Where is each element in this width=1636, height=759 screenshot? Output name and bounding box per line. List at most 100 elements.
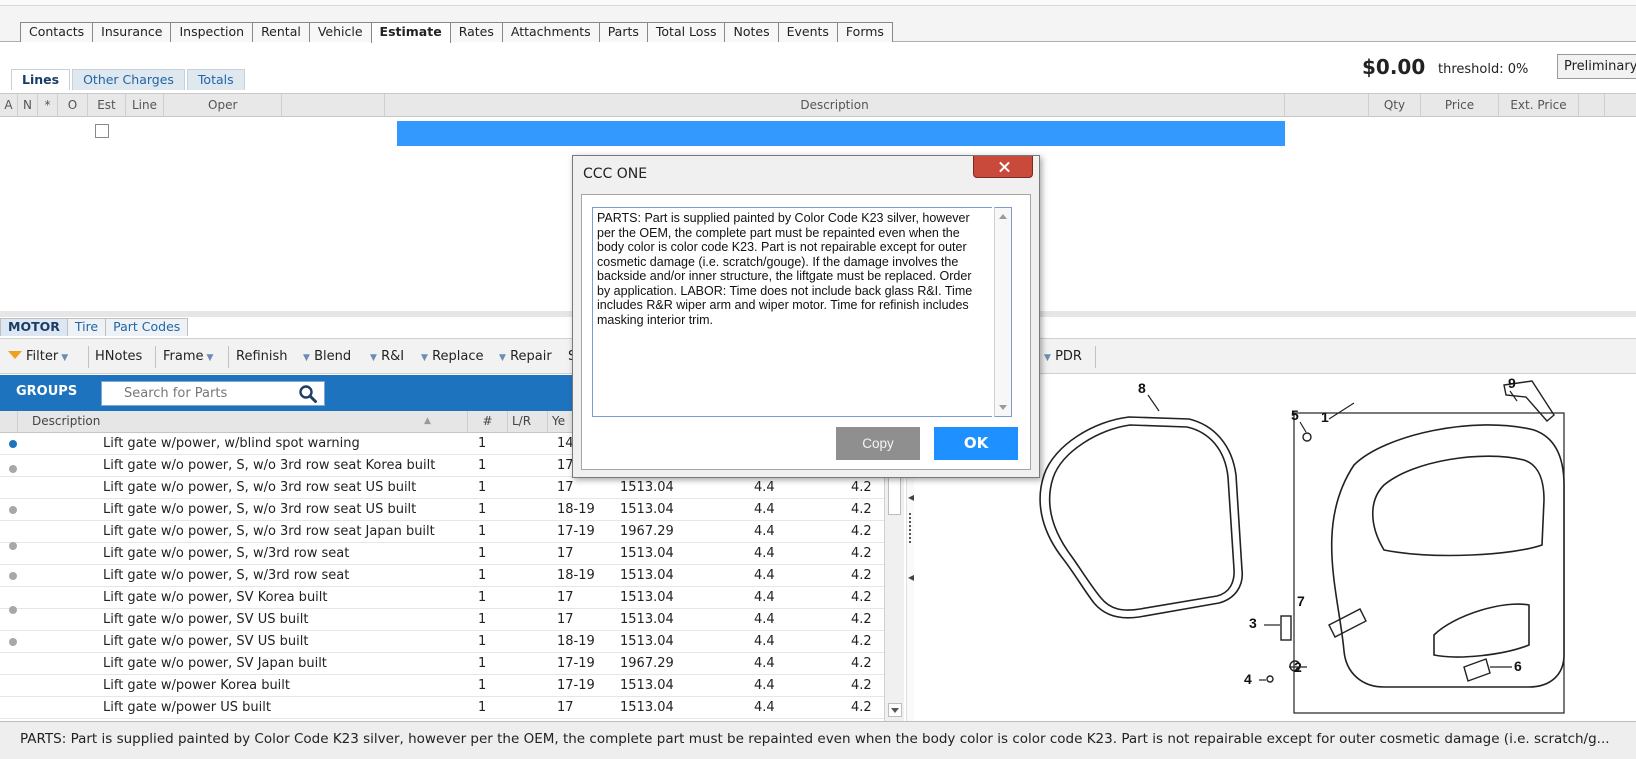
tab-parts[interactable]: Parts	[598, 22, 648, 42]
tab-events[interactable]: Events	[777, 22, 838, 42]
col-oper[interactable]: Oper	[164, 94, 282, 116]
hnotes-button[interactable]: HNotes	[95, 348, 142, 366]
chevron-down-icon: ▼	[421, 353, 428, 363]
refinish-button[interactable]: Refinish	[236, 348, 288, 366]
col-part-description[interactable]: Description ▲	[28, 411, 468, 432]
part-description: Lift gate w/o power, S, w/3rd row seat	[103, 546, 350, 561]
callout-3: 3	[1249, 615, 1257, 631]
part-labor: 4.4	[754, 590, 775, 605]
col-n[interactable]: N	[18, 94, 38, 116]
part-year: 18-19	[557, 502, 595, 517]
part-price: 1513.04	[620, 678, 674, 693]
part-paint: 4.2	[851, 656, 872, 671]
scroll-up-icon[interactable]	[999, 214, 1007, 219]
col-quantity[interactable]: #	[468, 411, 508, 432]
part-quantity: 1	[478, 458, 487, 473]
col-line[interactable]: Line	[126, 94, 164, 116]
pdr-button[interactable]: ▼ PDR	[1041, 348, 1082, 366]
close-icon[interactable]	[973, 156, 1033, 178]
part-paint: 4.2	[851, 700, 872, 715]
part-description: Lift gate w/power Korea built	[103, 678, 291, 693]
dialog-message-textbox[interactable]: PARTS: Part is supplied painted by Color…	[592, 207, 992, 417]
part-description: Lift gate w/o power, SV US built	[103, 612, 309, 627]
rni-button[interactable]: ▼ R&I	[367, 348, 404, 366]
part-quantity: 1	[478, 436, 487, 451]
part-quantity: 1	[478, 546, 487, 561]
tab-tire[interactable]: Tire	[66, 318, 107, 336]
tab-inspection[interactable]: Inspection	[170, 22, 254, 42]
ccc-one-dialog: CCC ONE PARTS: Part is supplied painted …	[572, 155, 1040, 478]
tab-forms[interactable]: Forms	[836, 22, 893, 42]
scroll-down-icon[interactable]	[999, 405, 1007, 410]
table-row[interactable]: Lift gate w/o power, S, w/o 3rd row seat…	[0, 477, 884, 499]
col-star[interactable]: *	[38, 94, 58, 116]
part-quantity: 1	[478, 524, 487, 539]
copy-button[interactable]: Copy	[836, 427, 920, 460]
col-a[interactable]: A	[0, 94, 18, 116]
scroll-down-icon[interactable]	[888, 703, 902, 717]
part-price: 1513.04	[620, 546, 674, 561]
tab-total-loss[interactable]: Total Loss	[646, 22, 726, 42]
replace-button[interactable]: ▼ Replace	[418, 348, 484, 366]
callout-1: 1	[1321, 409, 1329, 425]
part-labor: 4.4	[754, 568, 775, 583]
table-row[interactable]: Lift gate w/power Korea built 1 17-19 1513.…	[0, 675, 884, 697]
table-row[interactable]: Lift gate w/power US built 1 17 1513.04 4.4 4…	[0, 697, 884, 719]
tab-rates[interactable]: Rates	[449, 22, 503, 42]
tab-insurance[interactable]: Insurance	[92, 22, 172, 42]
table-row[interactable]: Lift gate w/o power, S, w/3rd row seat 1 1…	[0, 565, 884, 587]
tab-contacts[interactable]: Contacts	[20, 22, 94, 42]
line-checkbox[interactable]	[95, 124, 109, 138]
table-row[interactable]: Lift gate w/o power, S, w/o 3rd row seat…	[0, 499, 884, 521]
tab-rental[interactable]: Rental	[252, 22, 310, 42]
part-paint: 4.2	[851, 502, 872, 517]
toolbar-divider	[228, 346, 229, 368]
col-left-right[interactable]: L/R	[508, 411, 548, 432]
blend-button[interactable]: ▼ Blend	[300, 348, 351, 366]
part-year: 17-19	[557, 656, 595, 671]
grip-dot	[909, 521, 911, 523]
part-paint: 4.2	[851, 568, 872, 583]
frame-button[interactable]: Frame ▼	[163, 348, 213, 366]
frame-label: Frame	[163, 349, 204, 364]
col-description[interactable]: Description	[385, 94, 1285, 116]
part-quantity: 1	[478, 502, 487, 517]
dialog-scrollbar[interactable]	[994, 207, 1012, 417]
table-row[interactable]: Lift gate w/o power, S, w/o 3rd row seat…	[0, 521, 884, 543]
table-row[interactable]: Lift gate w/o power, SV Korea built 1 17 15…	[0, 587, 884, 609]
chevron-down-icon: ▼	[1044, 353, 1051, 363]
groups-button[interactable]: GROUPS	[16, 384, 77, 399]
ok-button[interactable]: OK	[934, 427, 1018, 460]
part-labor: 4.4	[754, 612, 775, 627]
parts-search-input[interactable]	[102, 382, 292, 405]
col-est[interactable]: Est	[88, 94, 126, 116]
tab-other-charges[interactable]: Other Charges	[72, 69, 185, 90]
table-row[interactable]: Lift gate w/o power, SV US built 1 18-19 15…	[0, 631, 884, 653]
col-qty[interactable]: Qty	[1369, 94, 1421, 116]
tab-totals[interactable]: Totals	[186, 69, 245, 90]
part-quantity: 1	[478, 634, 487, 649]
tab-part-codes[interactable]: Part Codes	[105, 318, 189, 336]
filter-button[interactable]: Filter ▼	[8, 348, 68, 366]
col-price[interactable]: Price	[1421, 94, 1499, 116]
selected-line-description[interactable]	[397, 121, 1285, 146]
tab-notes[interactable]: Notes	[724, 22, 779, 42]
part-price: 1513.04	[620, 590, 674, 605]
table-row[interactable]: Lift gate w/o power, S, w/3rd row seat 1 1…	[0, 542, 884, 565]
table-row[interactable]: Lift gate w/o power, SV Japan built 1 17-1…	[0, 653, 884, 675]
col-o[interactable]: O	[58, 94, 88, 116]
tab-vehicle[interactable]: Vehicle	[308, 22, 372, 42]
part-year: 17	[557, 546, 574, 561]
search-icon[interactable]	[298, 384, 318, 404]
callout-7: 7	[1297, 593, 1305, 609]
tab-estimate[interactable]: Estimate	[370, 22, 451, 43]
estimate-status-select[interactable]: Preliminary	[1557, 54, 1636, 79]
tab-motor[interactable]: MOTOR	[0, 318, 68, 336]
tab-attachments[interactable]: Attachments	[501, 22, 600, 42]
part-paint: 4.2	[851, 480, 872, 495]
col-ext-price[interactable]: Ext. Price	[1499, 94, 1579, 116]
repair-button[interactable]: ▼ Repair	[496, 348, 552, 366]
chevron-down-icon: ▼	[303, 353, 310, 363]
tab-lines[interactable]: Lines	[11, 69, 71, 90]
table-row[interactable]: Lift gate w/o power, SV US built 1 17 1513.…	[0, 606, 884, 631]
